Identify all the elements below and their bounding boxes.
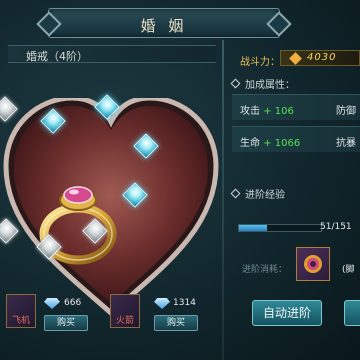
diamond-icon [154, 298, 170, 309]
power-label: 战斗力： [240, 57, 280, 68]
attributes-heading: 加成属性： [230, 76, 295, 91]
power-box: 4030 [280, 50, 360, 66]
attributes-heading-text: 加成属性： [245, 80, 295, 91]
buy-button[interactable]: 购买 [154, 315, 198, 331]
ring-name-bar: 婚戒（4阶） [8, 45, 216, 63]
stat-value: + 1066 [263, 138, 301, 149]
exp-progress-text: 51/151 [320, 222, 352, 232]
stat-name: 攻击 [240, 106, 260, 117]
ring-material-icon [304, 255, 322, 273]
heart-frame [3, 98, 219, 317]
buy-button[interactable]: 购买 [44, 315, 88, 331]
marriage-panel: 婚 姻 婚戒（4阶） 飞机 666 购买 火箭 1314 购买 战斗力： 403… [0, 0, 360, 360]
title-bar: 婚 姻 [48, 8, 280, 38]
power-icon [289, 52, 302, 65]
advance-heading-text: 进阶经验 [245, 190, 285, 201]
stat-hp: 生命 + 1066 [240, 134, 300, 149]
advance-button[interactable] [344, 300, 360, 326]
stat-name: 生命 [240, 138, 260, 149]
stat-attack: 攻击 + 106 [240, 102, 294, 117]
material-label: 进阶消耗： [242, 265, 288, 275]
advance-heading: 进阶经验 [230, 186, 285, 201]
stats-area: 战斗力： 4030 加成属性： 攻击 + 106 防御 生命 + 1066 抗暴… [224, 40, 360, 360]
ring-name: 婚戒（4阶） [26, 50, 88, 63]
stat-row: 攻击 + 106 防御 [232, 94, 360, 120]
item-label: 飞机 [11, 316, 30, 326]
power-value: 4030 [307, 52, 337, 63]
auto-advance-button[interactable]: 自动进阶 [252, 300, 322, 326]
item-bar: 飞机 666 购买 火箭 1314 购买 [0, 290, 222, 360]
item-slot-rocket[interactable]: 火箭 [110, 294, 140, 328]
item-count: 1314 [173, 298, 196, 308]
diamond-icon [44, 298, 60, 309]
heart-inner [14, 106, 208, 303]
exp-progress-fill [239, 225, 267, 231]
stat-defense: 防御 [336, 106, 356, 117]
item-label: 火箭 [115, 316, 134, 326]
item-slot-plane[interactable]: 飞机 [6, 294, 36, 328]
section-diamond-icon [230, 78, 241, 89]
stat-row: 生命 + 1066 抗暴 [232, 126, 360, 152]
exp-progress-bar [238, 224, 322, 232]
stat-crit-resist: 抗暴 [336, 138, 356, 149]
section-diamond-icon [230, 188, 241, 199]
material-slot[interactable] [296, 247, 330, 281]
stat-value: + 106 [263, 106, 294, 117]
material-count: (脚 [342, 265, 355, 275]
window-title: 婚 姻 [140, 17, 188, 35]
item-count: 666 [64, 298, 82, 308]
